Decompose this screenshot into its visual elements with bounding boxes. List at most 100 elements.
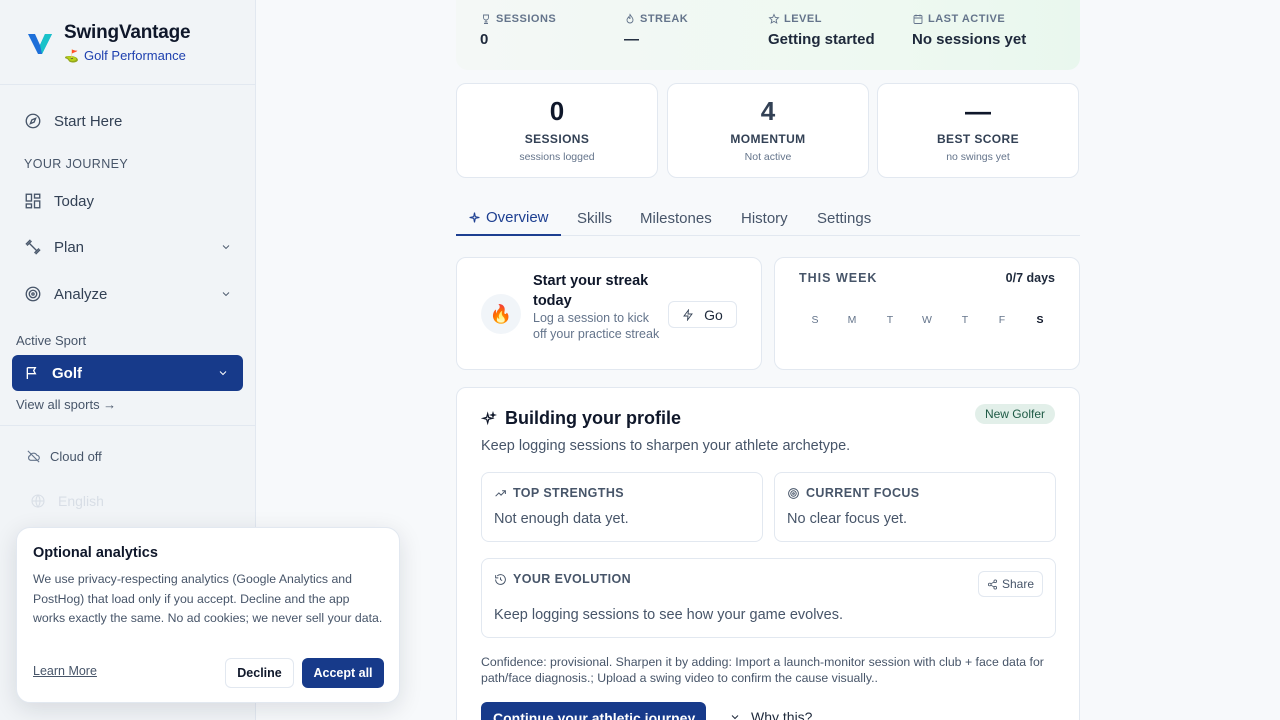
current-focus-card: CURRENT FOCUS No clear focus yet. bbox=[774, 472, 1056, 542]
calendar-icon bbox=[913, 14, 923, 24]
day-label: S bbox=[811, 314, 819, 326]
sidebar-item-today[interactable]: Today bbox=[24, 186, 236, 216]
streak-title: Start your streak today bbox=[533, 273, 649, 309]
day-label: T bbox=[961, 314, 969, 326]
share-icon bbox=[987, 579, 998, 589]
top-strengths-card: TOP STRENGTHS Not enough data yet. bbox=[481, 472, 763, 542]
accept-all-button[interactable]: Accept all bbox=[302, 658, 384, 688]
streak-subtitle: Log a session to kick off your practice … bbox=[533, 311, 660, 341]
flag-icon bbox=[26, 367, 37, 379]
profile-title: Building your profile bbox=[481, 408, 681, 429]
share-button-label: Share bbox=[1001, 577, 1034, 591]
stat-label: MOMENTUM bbox=[730, 132, 806, 146]
history-icon bbox=[495, 573, 506, 585]
why-this-label: Why this? bbox=[751, 709, 813, 720]
week-count: 0/7 days bbox=[1005, 271, 1055, 285]
brand-logo-icon bbox=[28, 33, 52, 54]
continue-journey-button[interactable]: Continue your athletic journey bbox=[481, 702, 706, 720]
golf-flag-icon: ⛳ bbox=[64, 48, 79, 63]
dumbbell-icon bbox=[25, 239, 41, 255]
tab-label: Overview bbox=[486, 208, 549, 226]
sidebar-item-start-here[interactable]: Start Here bbox=[24, 106, 236, 136]
profile-tabs: Overview Skills Milestones History Setti… bbox=[456, 200, 1080, 236]
stat-card-sessions: 0 SESSIONS sessions logged bbox=[456, 83, 658, 178]
chevron-down-icon bbox=[219, 371, 227, 376]
flame-icon: 🔥 bbox=[481, 294, 521, 334]
day-label: M bbox=[847, 314, 857, 326]
top-strengths-body: Not enough data yet. bbox=[494, 511, 629, 527]
tab-settings[interactable]: Settings bbox=[817, 200, 871, 236]
current-focus-title-text: CURRENT FOCUS bbox=[806, 486, 920, 500]
tab-skills[interactable]: Skills bbox=[577, 200, 612, 236]
stat-label: SESSIONS bbox=[524, 132, 590, 146]
chevron-down-icon bbox=[222, 292, 230, 297]
tab-milestones[interactable]: Milestones bbox=[640, 200, 712, 236]
section-label-journey: YOUR JOURNEY bbox=[24, 157, 129, 171]
why-this-toggle[interactable]: Why this? bbox=[729, 709, 812, 720]
summary-value: 0 bbox=[480, 31, 489, 48]
go-button-label: Go bbox=[704, 306, 723, 323]
day-label: F bbox=[998, 314, 1006, 326]
brand-subtitle: ⛳ Golf Performance bbox=[64, 48, 190, 63]
tab-history[interactable]: History bbox=[741, 200, 788, 236]
globe-icon bbox=[31, 494, 45, 508]
brand[interactable]: SwingVantage ⛳ Golf Performance bbox=[26, 22, 191, 63]
tab-overview[interactable]: Overview bbox=[456, 200, 561, 236]
summary-label: SESSIONS bbox=[480, 13, 556, 25]
streak-card: 🔥 Start your streak today Log a session … bbox=[456, 257, 762, 370]
summary-label-text: LEVEL bbox=[784, 13, 822, 25]
stat-subtitle: Not active bbox=[744, 151, 792, 163]
summary-label: STREAK bbox=[624, 13, 688, 25]
language-select[interactable]: English bbox=[30, 493, 104, 509]
active-sport-select[interactable]: Golf bbox=[12, 355, 243, 391]
sparkle-icon bbox=[469, 212, 480, 222]
consent-title: Optional analytics bbox=[33, 545, 158, 561]
evolution-body: Keep logging sessions to see how your ga… bbox=[494, 607, 844, 623]
chevron-down-icon bbox=[222, 245, 230, 250]
target-icon bbox=[788, 487, 799, 499]
decline-button[interactable]: Decline bbox=[225, 658, 294, 688]
day-label: W bbox=[922, 314, 932, 326]
stat-subtitle: sessions logged bbox=[519, 151, 595, 163]
current-focus-title: CURRENT FOCUS bbox=[787, 486, 920, 500]
summary-value: No sessions yet bbox=[912, 31, 1027, 48]
summary-level: LEVEL Getting started bbox=[768, 13, 875, 48]
stat-card-momentum: 4 MOMENTUM Not active bbox=[667, 83, 869, 178]
cloud-status[interactable]: Cloud off bbox=[26, 449, 102, 464]
summary-value: Getting started bbox=[768, 31, 875, 48]
sidebar-item-label: Plan bbox=[54, 238, 85, 256]
sparkles-icon bbox=[481, 410, 497, 425]
summary-sessions: SESSIONS 0 bbox=[480, 13, 556, 48]
week-title: THIS WEEK bbox=[799, 271, 878, 285]
view-all-sports-link[interactable]: View all sports → bbox=[16, 397, 116, 412]
active-sport-value: Golf bbox=[52, 364, 82, 382]
evolution-title: YOUR EVOLUTION bbox=[494, 572, 631, 586]
stat-subtitle: no swings yet bbox=[946, 151, 1010, 163]
summary-label-text: STREAK bbox=[640, 13, 689, 25]
sidebar-item-plan[interactable]: Plan bbox=[24, 232, 236, 262]
analytics-consent-banner: Optional analytics We use privacy-respec… bbox=[16, 527, 400, 703]
grid-icon bbox=[25, 193, 41, 209]
stat-value: 0 bbox=[549, 96, 565, 126]
language-label: English bbox=[58, 493, 104, 509]
confidence-note: Confidence: provisional. Sharpen it by a… bbox=[481, 655, 1044, 685]
summary-last-active: LAST ACTIVE No sessions yet bbox=[912, 13, 1026, 48]
consent-body: We use privacy-respecting analytics (Goo… bbox=[33, 572, 383, 625]
summary-label-text: SESSIONS bbox=[496, 13, 557, 25]
summary-streak: STREAK — bbox=[624, 13, 688, 48]
go-button[interactable]: Go bbox=[668, 301, 737, 328]
this-week-card: THIS WEEK 0/7 days S M T W T F S bbox=[774, 257, 1080, 370]
day-label-today: S bbox=[1036, 314, 1044, 326]
top-strengths-title-text: TOP STRENGTHS bbox=[513, 486, 625, 500]
sidebar-item-analyze[interactable]: Analyze bbox=[24, 279, 236, 309]
summary-label: LEVEL bbox=[768, 13, 875, 25]
evolution-card: YOUR EVOLUTION Share Keep logging sessio… bbox=[481, 558, 1056, 638]
summary-label: LAST ACTIVE bbox=[912, 13, 1026, 25]
learn-more-link[interactable]: Learn More bbox=[33, 664, 97, 678]
day-label: T bbox=[886, 314, 894, 326]
sidebar-item-label: Start Here bbox=[54, 112, 123, 130]
sidebar-divider bbox=[0, 84, 256, 85]
share-button[interactable]: Share bbox=[977, 571, 1043, 597]
trending-up-icon bbox=[495, 489, 506, 497]
summary-strip: SESSIONS 0 STREAK — LEVEL Getting starte… bbox=[456, 0, 1080, 70]
